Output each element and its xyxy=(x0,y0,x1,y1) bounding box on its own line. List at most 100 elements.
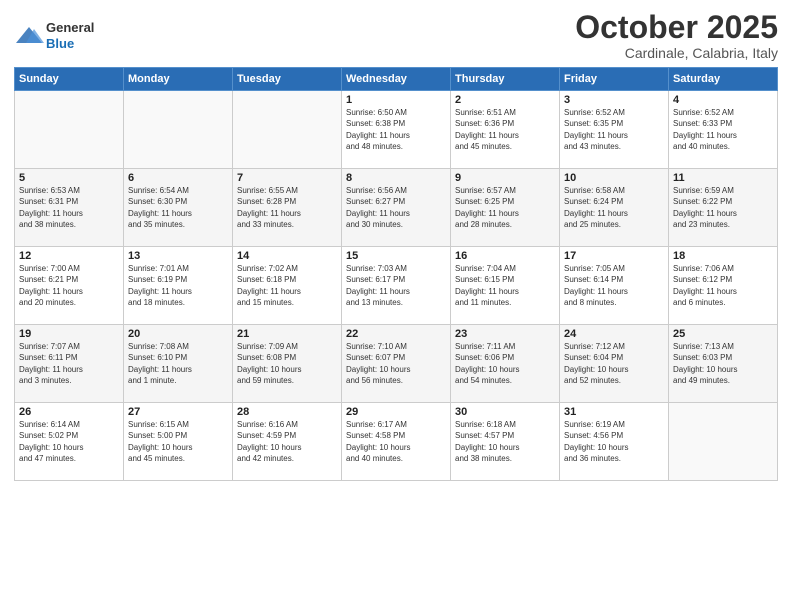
day-number: 4 xyxy=(673,94,773,106)
day-info: Sunrise: 6:50 AM Sunset: 6:38 PM Dayligh… xyxy=(346,107,446,152)
day-info: Sunrise: 6:55 AM Sunset: 6:28 PM Dayligh… xyxy=(237,185,337,230)
day-number: 7 xyxy=(237,172,337,184)
day-number: 6 xyxy=(128,172,228,184)
day-number: 12 xyxy=(19,250,119,262)
calendar-cell: 6Sunrise: 6:54 AM Sunset: 6:30 PM Daylig… xyxy=(124,169,233,247)
day-info: Sunrise: 7:11 AM Sunset: 6:06 PM Dayligh… xyxy=(455,341,555,386)
day-number: 3 xyxy=(564,94,664,106)
day-info: Sunrise: 6:59 AM Sunset: 6:22 PM Dayligh… xyxy=(673,185,773,230)
logo-text: General Blue xyxy=(46,20,94,51)
day-number: 9 xyxy=(455,172,555,184)
day-number: 21 xyxy=(237,328,337,340)
calendar-cell: 22Sunrise: 7:10 AM Sunset: 6:07 PM Dayli… xyxy=(342,325,451,403)
calendar-cell xyxy=(124,91,233,169)
day-info: Sunrise: 7:00 AM Sunset: 6:21 PM Dayligh… xyxy=(19,263,119,308)
calendar-cell: 5Sunrise: 6:53 AM Sunset: 6:31 PM Daylig… xyxy=(15,169,124,247)
calendar-table: Sunday Monday Tuesday Wednesday Thursday… xyxy=(14,67,778,481)
day-info: Sunrise: 6:52 AM Sunset: 6:33 PM Dayligh… xyxy=(673,107,773,152)
header: General Blue October 2025 Cardinale, Cal… xyxy=(14,10,778,61)
day-info: Sunrise: 6:58 AM Sunset: 6:24 PM Dayligh… xyxy=(564,185,664,230)
calendar-cell: 19Sunrise: 7:07 AM Sunset: 6:11 PM Dayli… xyxy=(15,325,124,403)
logo-general: General xyxy=(46,20,94,36)
calendar-cell xyxy=(15,91,124,169)
day-number: 1 xyxy=(346,94,446,106)
calendar-cell: 11Sunrise: 6:59 AM Sunset: 6:22 PM Dayli… xyxy=(669,169,778,247)
calendar-cell: 9Sunrise: 6:57 AM Sunset: 6:25 PM Daylig… xyxy=(451,169,560,247)
calendar-cell: 20Sunrise: 7:08 AM Sunset: 6:10 PM Dayli… xyxy=(124,325,233,403)
calendar-cell: 21Sunrise: 7:09 AM Sunset: 6:08 PM Dayli… xyxy=(233,325,342,403)
calendar-cell: 12Sunrise: 7:00 AM Sunset: 6:21 PM Dayli… xyxy=(15,247,124,325)
title-block: October 2025 Cardinale, Calabria, Italy xyxy=(575,10,778,61)
day-info: Sunrise: 6:52 AM Sunset: 6:35 PM Dayligh… xyxy=(564,107,664,152)
calendar-cell: 15Sunrise: 7:03 AM Sunset: 6:17 PM Dayli… xyxy=(342,247,451,325)
day-number: 23 xyxy=(455,328,555,340)
day-number: 20 xyxy=(128,328,228,340)
calendar-cell: 24Sunrise: 7:12 AM Sunset: 6:04 PM Dayli… xyxy=(560,325,669,403)
day-number: 28 xyxy=(237,406,337,418)
day-info: Sunrise: 7:07 AM Sunset: 6:11 PM Dayligh… xyxy=(19,341,119,386)
logo-icon xyxy=(14,25,44,47)
header-saturday: Saturday xyxy=(669,68,778,91)
calendar-cell: 30Sunrise: 6:18 AM Sunset: 4:57 PM Dayli… xyxy=(451,403,560,481)
day-info: Sunrise: 6:53 AM Sunset: 6:31 PM Dayligh… xyxy=(19,185,119,230)
calendar-cell: 29Sunrise: 6:17 AM Sunset: 4:58 PM Dayli… xyxy=(342,403,451,481)
header-thursday: Thursday xyxy=(451,68,560,91)
calendar-cell: 28Sunrise: 6:16 AM Sunset: 4:59 PM Dayli… xyxy=(233,403,342,481)
day-info: Sunrise: 6:56 AM Sunset: 6:27 PM Dayligh… xyxy=(346,185,446,230)
day-info: Sunrise: 6:17 AM Sunset: 4:58 PM Dayligh… xyxy=(346,419,446,464)
day-number: 25 xyxy=(673,328,773,340)
day-info: Sunrise: 6:15 AM Sunset: 5:00 PM Dayligh… xyxy=(128,419,228,464)
calendar-cell: 3Sunrise: 6:52 AM Sunset: 6:35 PM Daylig… xyxy=(560,91,669,169)
calendar-cell: 18Sunrise: 7:06 AM Sunset: 6:12 PM Dayli… xyxy=(669,247,778,325)
day-info: Sunrise: 7:04 AM Sunset: 6:15 PM Dayligh… xyxy=(455,263,555,308)
day-info: Sunrise: 7:10 AM Sunset: 6:07 PM Dayligh… xyxy=(346,341,446,386)
header-wednesday: Wednesday xyxy=(342,68,451,91)
day-number: 8 xyxy=(346,172,446,184)
day-number: 30 xyxy=(455,406,555,418)
header-tuesday: Tuesday xyxy=(233,68,342,91)
day-info: Sunrise: 6:57 AM Sunset: 6:25 PM Dayligh… xyxy=(455,185,555,230)
day-number: 10 xyxy=(564,172,664,184)
calendar-cell: 31Sunrise: 6:19 AM Sunset: 4:56 PM Dayli… xyxy=(560,403,669,481)
day-number: 2 xyxy=(455,94,555,106)
day-number: 11 xyxy=(673,172,773,184)
day-number: 17 xyxy=(564,250,664,262)
calendar-body: 1Sunrise: 6:50 AM Sunset: 6:38 PM Daylig… xyxy=(15,91,778,481)
day-number: 16 xyxy=(455,250,555,262)
calendar-cell: 7Sunrise: 6:55 AM Sunset: 6:28 PM Daylig… xyxy=(233,169,342,247)
calendar-cell: 10Sunrise: 6:58 AM Sunset: 6:24 PM Dayli… xyxy=(560,169,669,247)
calendar-cell xyxy=(669,403,778,481)
day-number: 18 xyxy=(673,250,773,262)
day-number: 31 xyxy=(564,406,664,418)
calendar-container: General Blue October 2025 Cardinale, Cal… xyxy=(0,0,792,612)
day-info: Sunrise: 6:54 AM Sunset: 6:30 PM Dayligh… xyxy=(128,185,228,230)
day-number: 26 xyxy=(19,406,119,418)
day-info: Sunrise: 7:09 AM Sunset: 6:08 PM Dayligh… xyxy=(237,341,337,386)
calendar-cell: 16Sunrise: 7:04 AM Sunset: 6:15 PM Dayli… xyxy=(451,247,560,325)
month-title: October 2025 xyxy=(575,10,778,45)
day-info: Sunrise: 7:12 AM Sunset: 6:04 PM Dayligh… xyxy=(564,341,664,386)
calendar-cell: 8Sunrise: 6:56 AM Sunset: 6:27 PM Daylig… xyxy=(342,169,451,247)
day-info: Sunrise: 6:18 AM Sunset: 4:57 PM Dayligh… xyxy=(455,419,555,464)
day-number: 29 xyxy=(346,406,446,418)
calendar-cell: 14Sunrise: 7:02 AM Sunset: 6:18 PM Dayli… xyxy=(233,247,342,325)
calendar-cell: 1Sunrise: 6:50 AM Sunset: 6:38 PM Daylig… xyxy=(342,91,451,169)
day-number: 13 xyxy=(128,250,228,262)
calendar-cell: 17Sunrise: 7:05 AM Sunset: 6:14 PM Dayli… xyxy=(560,247,669,325)
calendar-cell: 13Sunrise: 7:01 AM Sunset: 6:19 PM Dayli… xyxy=(124,247,233,325)
calendar-cell: 4Sunrise: 6:52 AM Sunset: 6:33 PM Daylig… xyxy=(669,91,778,169)
day-info: Sunrise: 6:16 AM Sunset: 4:59 PM Dayligh… xyxy=(237,419,337,464)
calendar-cell: 23Sunrise: 7:11 AM Sunset: 6:06 PM Dayli… xyxy=(451,325,560,403)
day-number: 5 xyxy=(19,172,119,184)
day-number: 19 xyxy=(19,328,119,340)
day-info: Sunrise: 7:02 AM Sunset: 6:18 PM Dayligh… xyxy=(237,263,337,308)
day-info: Sunrise: 6:19 AM Sunset: 4:56 PM Dayligh… xyxy=(564,419,664,464)
header-friday: Friday xyxy=(560,68,669,91)
calendar-cell: 26Sunrise: 6:14 AM Sunset: 5:02 PM Dayli… xyxy=(15,403,124,481)
header-sunday: Sunday xyxy=(15,68,124,91)
day-info: Sunrise: 7:01 AM Sunset: 6:19 PM Dayligh… xyxy=(128,263,228,308)
day-number: 14 xyxy=(237,250,337,262)
day-number: 27 xyxy=(128,406,228,418)
logo: General Blue xyxy=(14,20,94,51)
day-number: 15 xyxy=(346,250,446,262)
